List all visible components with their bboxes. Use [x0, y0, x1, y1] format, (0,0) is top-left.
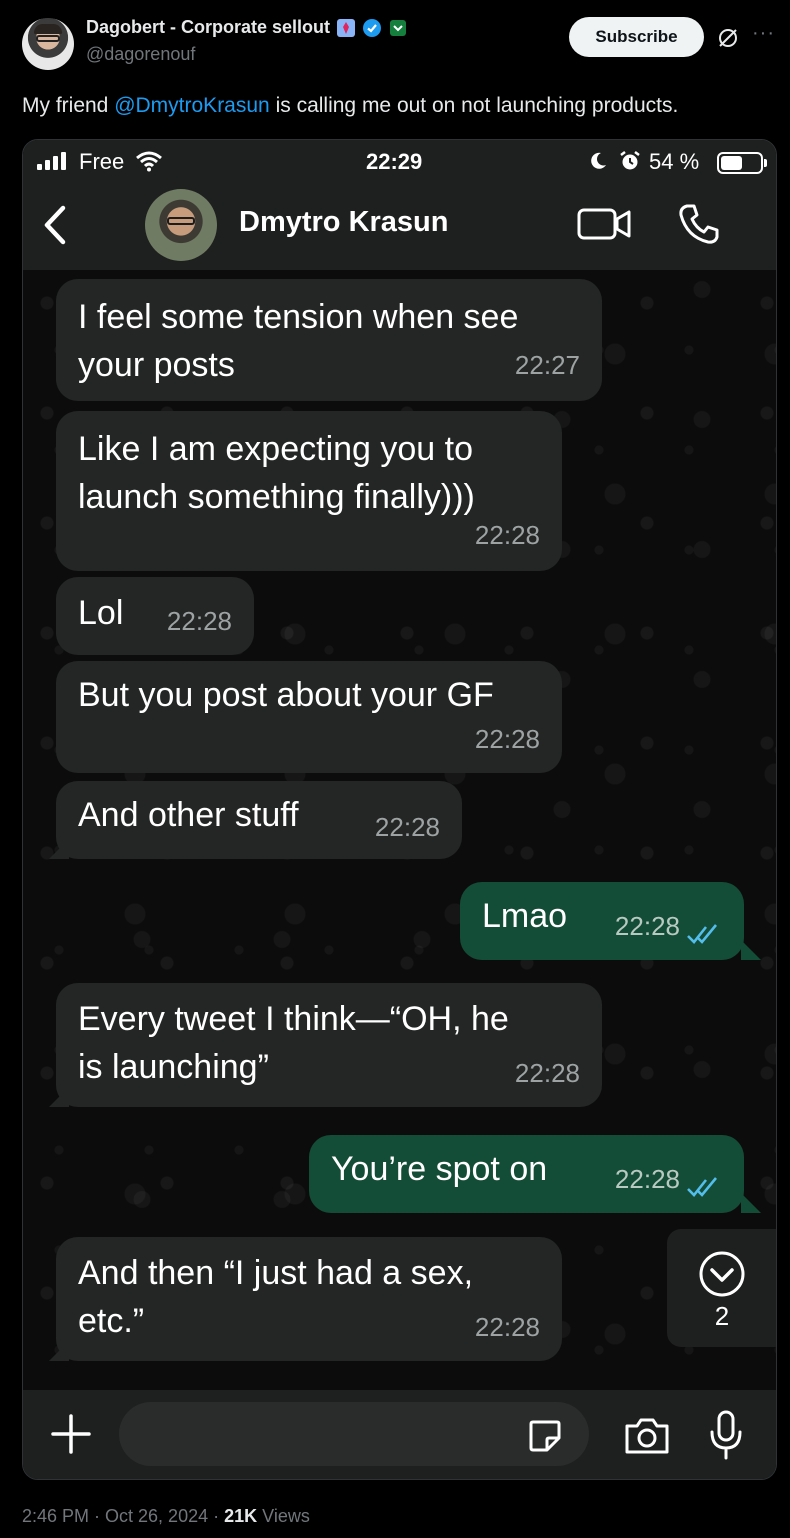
message-text: Lol [78, 594, 124, 632]
message-time: 22:28 [166, 606, 232, 636]
alarm-icon [620, 151, 640, 170]
message-bubble-incoming[interactable]: Lol 22:28 [56, 577, 254, 655]
do-not-disturb-moon-icon [591, 152, 606, 169]
message-time: 22:28 [474, 1312, 540, 1342]
subscribe-button[interactable]: Subscribe [569, 17, 704, 57]
tweet-text: My friend @DmytroKrasun is calling me ou… [22, 94, 678, 118]
status-time: 22:29 [366, 149, 423, 174]
carrier-name: Free [79, 149, 125, 174]
message-bubble-incoming[interactable]: Like I am expecting you to launch someth… [56, 411, 562, 571]
tweet-timestamp[interactable]: 2:46 PM · Oct 26, 2024 · [22, 1506, 224, 1526]
message-text: You’re spot on [331, 1150, 548, 1188]
tweet-text-before: My friend [22, 94, 115, 117]
message-text: And other stuff [78, 796, 299, 834]
message-time: 22:28 [474, 520, 540, 550]
author-avatar[interactable] [22, 18, 74, 70]
contact-name[interactable]: Dmytro Krasun [239, 206, 449, 239]
author-handle[interactable]: @dagorenouf [86, 44, 195, 65]
message-text: Lmao [482, 897, 568, 935]
phone-status-bar: Free 22:29 54 % [23, 140, 776, 184]
camera-icon[interactable] [623, 1416, 671, 1456]
views-label: Views [257, 1506, 310, 1526]
mention-link[interactable]: @DmytroKrasun [114, 94, 270, 117]
chevron-down-circle-icon [699, 1251, 745, 1297]
message-composer [23, 1390, 776, 1479]
sticker-icon[interactable] [527, 1418, 563, 1454]
message-text: Like I am expecting you to launch someth… [78, 430, 475, 516]
attached-screenshot[interactable]: Free 22:29 54 % Dmytro Krasun I feel som… [22, 139, 777, 1480]
message-bubble-incoming[interactable]: I feel some tension when see your posts … [56, 279, 602, 401]
message-bubble-outgoing[interactable]: You’re spot on 22:28 [309, 1135, 744, 1213]
tweet-text-after: is calling me out on not launching produ… [269, 94, 679, 117]
author-name[interactable]: Dagobert - Corporate sellout [86, 17, 330, 38]
author-name-row: Dagobert - Corporate sellout [86, 17, 408, 38]
affiliate-badge-icon[interactable] [388, 18, 408, 38]
message-bubble-incoming[interactable]: But you post about your GF 22:28 [56, 661, 562, 773]
message-bubble-outgoing[interactable]: Lmao 22:28 [460, 882, 744, 960]
tweet-meta: 2:46 PM · Oct 26, 2024 · 21K Views [22, 1506, 310, 1527]
message-text: And then “I just had a sex, etc.” [78, 1254, 474, 1340]
back-chevron-icon[interactable] [39, 202, 71, 248]
avatar-hair [34, 24, 62, 34]
signal-strength-icon [37, 152, 66, 170]
message-text: Every tweet I think—“OH, he is launching… [78, 1000, 509, 1086]
message-text: I feel some tension when see your posts [78, 298, 519, 384]
grok-icon[interactable] [716, 26, 740, 50]
wifi-icon [136, 151, 162, 172]
chat-header: Dmytro Krasun [23, 184, 776, 270]
message-time: 22:28 [514, 1058, 580, 1088]
verified-badge-icon[interactable] [362, 18, 382, 38]
message-text: But you post about your GF [78, 676, 494, 714]
more-options-icon[interactable]: ··· [752, 22, 775, 45]
message-time: 22:28 [614, 1164, 680, 1194]
message-bubble-incoming[interactable]: Every tweet I think—“OH, he is launching… [56, 983, 602, 1107]
message-input[interactable] [119, 1402, 589, 1466]
battery-percent: 54 % [649, 149, 700, 174]
message-time: 22:28 [614, 911, 680, 941]
battery-level-fill [721, 156, 742, 170]
battery-icon [717, 152, 767, 174]
contact-avatar[interactable] [145, 189, 217, 261]
microphone-icon[interactable] [709, 1410, 743, 1460]
scroll-to-bottom-button[interactable]: 2 [667, 1229, 776, 1347]
voice-call-icon[interactable] [677, 202, 721, 246]
video-call-icon[interactable] [577, 204, 633, 244]
views-count: 21K [224, 1506, 258, 1526]
flag-emoji-icon [337, 18, 356, 37]
message-time: 22:28 [374, 812, 440, 842]
attach-plus-icon[interactable] [49, 1412, 93, 1456]
unread-count: 2 [714, 1301, 730, 1331]
message-bubble-incoming[interactable]: And other stuff 22:28 [56, 781, 462, 859]
read-receipt-ticks-icon [687, 1177, 718, 1197]
message-bubble-incoming[interactable]: And then “I just had a sex, etc.” 22:28 [56, 1237, 562, 1361]
avatar-glasses [36, 35, 60, 42]
read-receipt-ticks-icon [687, 924, 718, 944]
message-time: 22:28 [474, 724, 540, 754]
message-time: 22:27 [514, 350, 580, 380]
